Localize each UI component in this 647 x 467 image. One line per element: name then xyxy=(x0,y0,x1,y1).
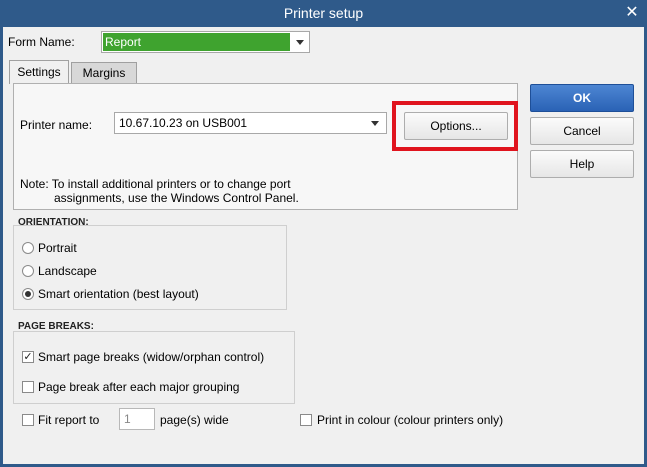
note-line-2: assignments, use the Windows Control Pan… xyxy=(54,191,299,205)
checkmark-icon: ✓ xyxy=(23,351,33,363)
note-line-1: Note: To install additional printers or … xyxy=(20,177,291,191)
print-colour-checkbox[interactable] xyxy=(300,414,312,426)
tab-margins-label: Margins xyxy=(82,66,126,80)
chevron-down-icon xyxy=(296,40,304,45)
printer-name-label: Printer name: xyxy=(20,118,93,132)
portrait-label: Portrait xyxy=(38,241,77,255)
printer-name-dropdown[interactable]: 10.67.10.23 on USB001 xyxy=(114,112,387,134)
landscape-label: Landscape xyxy=(38,264,97,278)
smart-orientation-label: Smart orientation (best layout) xyxy=(38,287,199,301)
close-icon[interactable]: ✕ xyxy=(622,3,642,23)
radio-selected-dot xyxy=(25,291,31,297)
ok-button[interactable]: OK xyxy=(530,84,634,112)
print-colour-label: Print in colour (colour printers only) xyxy=(317,413,504,427)
window-title: Printer setup xyxy=(283,5,364,21)
form-name-label: Form Name: xyxy=(8,35,75,49)
tab-margins[interactable]: Margins xyxy=(71,62,137,84)
smart-page-breaks-label: Smart page breaks (widow/orphan control) xyxy=(38,350,265,364)
tab-settings-label: Settings xyxy=(17,65,61,79)
fit-report-label: Fit report to xyxy=(38,413,100,427)
help-button[interactable]: Help xyxy=(530,150,634,178)
printer-name-value: 10.67.10.23 on USB001 xyxy=(119,116,248,130)
fit-pages-suffix: page(s) wide xyxy=(160,413,229,427)
tab-settings[interactable]: Settings xyxy=(9,60,69,84)
smart-orientation-radio[interactable] xyxy=(22,288,34,300)
major-grouping-label: Page break after each major grouping xyxy=(38,380,240,394)
portrait-radio[interactable] xyxy=(22,242,34,254)
form-name-dropdown[interactable]: Report xyxy=(101,31,310,53)
landscape-radio[interactable] xyxy=(22,265,34,277)
options-button[interactable]: Options... xyxy=(404,112,508,140)
form-name-value: Report xyxy=(103,33,290,51)
chevron-down-icon xyxy=(371,121,379,126)
fit-report-checkbox[interactable] xyxy=(22,414,34,426)
cancel-button[interactable]: Cancel xyxy=(530,117,634,145)
major-grouping-checkbox[interactable] xyxy=(22,381,34,393)
fit-pages-input[interactable]: 1 xyxy=(119,408,155,430)
smart-page-breaks-checkbox[interactable]: ✓ xyxy=(22,351,34,363)
